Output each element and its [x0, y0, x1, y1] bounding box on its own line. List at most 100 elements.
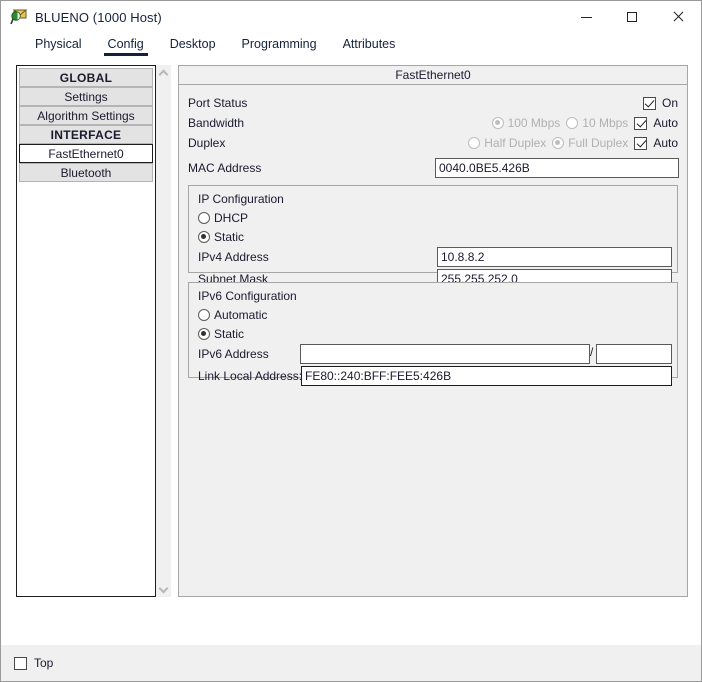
tab-bar: Physical Config Desktop Programming Attr… — [1, 33, 701, 62]
bandwidth-10mbps-radio[interactable] — [566, 117, 579, 129]
ip-dhcp-option-row: DHCP — [198, 208, 668, 227]
ipv6-configuration-title: IPv6 Configuration — [198, 289, 297, 303]
tab-attributes-label: Attributes — [342, 37, 396, 51]
bandwidth-100mbps-option[interactable]: 100 Mbps — [491, 116, 561, 130]
ipv4-address-input[interactable]: 10.8.8.2 — [437, 247, 672, 267]
tab-config[interactable]: Config — [95, 33, 157, 58]
maximize-button[interactable] — [609, 1, 655, 33]
top-checkbox[interactable] — [14, 656, 27, 670]
ip-static-option-row: Static — [198, 227, 668, 246]
ipv4-address-label: IPv4 Address — [198, 250, 269, 264]
close-icon — [672, 11, 684, 23]
sidebar-item-label: Bluetooth — [60, 166, 112, 180]
sidebar-list: GLOBAL Settings Algorithm Settings INTER… — [16, 65, 156, 597]
bandwidth-label: Bandwidth — [188, 116, 245, 130]
link-local-address-label: Link Local Address: — [198, 369, 303, 383]
tab-physical[interactable]: Physical — [22, 33, 95, 58]
duplex-label: Duplex — [188, 136, 226, 150]
ipv6-address-row: IPv6 Address / — [198, 343, 672, 365]
ip-dhcp-label: DHCP — [214, 210, 249, 225]
bandwidth-auto-label: Auto — [653, 116, 678, 130]
ipv6-automatic-radio[interactable] — [198, 308, 210, 321]
window-controls — [563, 1, 701, 33]
sidebar-item-algorithm-settings[interactable]: Algorithm Settings — [19, 106, 153, 125]
sidebar-item-label: GLOBAL — [59, 71, 113, 85]
panel-content: Port Status On Bandwidth 100 Mbps 10 Mbp… — [178, 85, 688, 597]
mac-address-input[interactable]: 0040.0BE5.426B — [435, 158, 679, 178]
sidebar-item-label: INTERFACE — [50, 128, 122, 142]
chevron-up-icon — [160, 70, 167, 77]
ip-dhcp-radio[interactable] — [198, 211, 210, 224]
ipv6-address-label: IPv6 Address — [198, 347, 269, 361]
link-local-address-input[interactable]: FE80::240:BFF:FEE5:426B — [301, 366, 672, 386]
ip-configuration-title: IP Configuration — [198, 192, 284, 206]
sidebar-item-global[interactable]: GLOBAL — [19, 68, 153, 87]
chevron-down-icon — [160, 586, 167, 593]
ip-configuration-group: IP Configuration DHCP Static IPv4 Addres… — [188, 185, 678, 289]
interface-config-panel: FastEthernet0 Port Status On Bandwidth 1… — [178, 65, 688, 597]
tab-physical-label: Physical — [35, 37, 82, 51]
bandwidth-10mbps-option[interactable]: 10 Mbps — [566, 116, 628, 130]
tab-desktop[interactable]: Desktop — [157, 33, 229, 58]
tab-programming-label: Programming — [241, 37, 317, 51]
device-config-window: BLUENO (1000 Host) Physical Config Deskt… — [0, 0, 702, 682]
ipv6-automatic-option[interactable]: Automatic — [198, 308, 267, 322]
duplex-auto-checkbox[interactable] — [634, 136, 648, 150]
sidebar-item-label: Algorithm Settings — [37, 109, 135, 123]
duplex-full-option[interactable]: Full Duplex — [552, 136, 628, 150]
ipv6-static-radio[interactable] — [198, 327, 210, 340]
sidebar-item-label: FastEthernet0 — [48, 147, 124, 161]
tab-underline — [103, 53, 148, 56]
port-status-checkbox[interactable] — [642, 96, 656, 110]
mac-address-label: MAC Address — [188, 161, 262, 175]
ip-static-radio[interactable] — [198, 230, 210, 243]
bandwidth-100mbps-label: 100 Mbps — [507, 116, 561, 130]
tab-attributes[interactable]: Attributes — [330, 33, 409, 58]
port-status-label: Port Status — [188, 96, 248, 110]
duplex-full-radio[interactable] — [552, 137, 565, 149]
title-bar: BLUENO (1000 Host) — [1, 1, 701, 33]
close-button[interactable] — [655, 1, 701, 33]
ip-static-label: Static — [214, 229, 245, 244]
panel-title: FastEthernet0 — [178, 65, 688, 85]
sidebar-item-interface[interactable]: INTERFACE — [19, 125, 153, 144]
duplex-half-label: Half Duplex — [484, 136, 547, 150]
window-title: BLUENO (1000 Host) — [35, 9, 162, 25]
sidebar-item-label: Settings — [64, 90, 108, 104]
bandwidth-10mbps-label: 10 Mbps — [582, 116, 629, 130]
ip-static-option[interactable]: Static — [198, 230, 244, 244]
config-body: GLOBAL Settings Algorithm Settings INTER… — [1, 62, 701, 645]
scroll-down-button[interactable] — [156, 582, 171, 597]
ipv6-prefix-separator: / — [590, 345, 594, 359]
sidebar-item-fastethernet0[interactable]: FastEthernet0 — [19, 144, 153, 163]
tab-programming[interactable]: Programming — [229, 33, 330, 58]
duplex-auto-label: Auto — [653, 136, 678, 150]
packet-tracer-icon — [10, 8, 28, 26]
bandwidth-100mbps-radio[interactable] — [491, 117, 504, 129]
bandwidth-row: Bandwidth 100 Mbps 10 Mbps Auto — [188, 113, 678, 133]
sidebar-item-settings[interactable]: Settings — [19, 87, 153, 106]
mac-address-row: MAC Address 0040.0BE5.426B — [188, 157, 679, 179]
sidebar-scrollbar[interactable] — [156, 65, 171, 597]
port-status-row: Port Status On — [188, 93, 678, 113]
ip-dhcp-option[interactable]: DHCP — [198, 211, 248, 225]
maximize-icon — [627, 12, 637, 22]
scroll-up-button[interactable] — [156, 66, 171, 81]
duplex-half-radio[interactable] — [468, 137, 481, 149]
ipv4-address-row: IPv4 Address 10.8.8.2 — [198, 246, 672, 268]
duplex-full-label: Full Duplex — [568, 136, 629, 150]
ipv6-static-option-row: Static — [198, 324, 668, 343]
top-label: Top — [34, 656, 54, 670]
minimize-button[interactable] — [563, 1, 609, 33]
port-status-on-label: On — [661, 96, 678, 110]
sidebar-item-bluetooth[interactable]: Bluetooth — [19, 163, 153, 182]
bandwidth-auto-checkbox[interactable] — [634, 116, 648, 130]
duplex-half-option[interactable]: Half Duplex — [468, 136, 546, 150]
ipv6-address-input[interactable] — [300, 344, 590, 364]
ipv6-automatic-label: Automatic — [214, 307, 268, 322]
ipv6-prefix-input[interactable] — [596, 344, 672, 364]
ipv6-static-option[interactable]: Static — [198, 327, 244, 341]
sidebar: GLOBAL Settings Algorithm Settings INTER… — [16, 65, 171, 597]
tab-config-label: Config — [107, 37, 144, 51]
duplex-row: Duplex Half Duplex Full Duplex Auto — [188, 133, 678, 153]
